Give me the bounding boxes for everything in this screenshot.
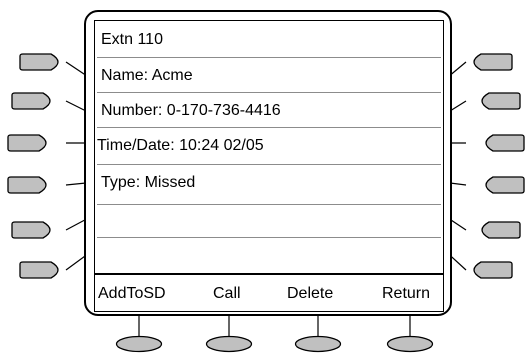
softkey-button-1[interactable] — [115, 335, 163, 353]
left-line-key-5[interactable] — [11, 221, 59, 239]
display-line-6[interactable] — [95, 204, 443, 244]
left-line-key-2[interactable] — [11, 92, 59, 110]
display-line-4-text: Time/Date: 10:24 02/05 — [97, 137, 264, 154]
right-line-key-4[interactable] — [477, 176, 525, 194]
right-line-key-1[interactable] — [465, 53, 513, 71]
softkey-delete[interactable]: Delete — [287, 285, 333, 303]
right-line-key-3[interactable] — [477, 134, 525, 152]
softkey-divider — [95, 273, 443, 275]
softkey-bar: AddToSD Call Delete Return — [95, 277, 443, 311]
display-line-3-text: Number: 0-170-736-4416 — [101, 102, 281, 119]
softkey-button-4[interactable] — [386, 335, 434, 353]
left-line-key-4[interactable] — [7, 176, 55, 194]
right-line-key-5[interactable] — [473, 221, 521, 239]
softkey-button-2[interactable] — [205, 335, 253, 353]
display-line-5-text: Type: Missed — [101, 174, 196, 191]
display-line-2-text: Name: Acme — [101, 67, 193, 84]
display-line-2[interactable]: Name: Acme — [95, 57, 443, 97]
softkey-call[interactable]: Call — [213, 285, 241, 303]
left-line-key-1[interactable] — [19, 53, 67, 71]
softkey-return[interactable]: Return — [382, 285, 430, 303]
left-line-key-6[interactable] — [19, 261, 67, 279]
phone-display-panel: Extn 110 Name: Acme Number: 0-170-736-44… — [0, 0, 532, 358]
left-line-key-3[interactable] — [7, 134, 55, 152]
softkey-addtosd[interactable]: AddToSD — [98, 285, 166, 303]
display-line-4[interactable]: Time/Date: 10:24 02/05 — [95, 127, 443, 167]
display-line-3[interactable]: Number: 0-170-736-4416 — [95, 92, 443, 132]
display-line-1-text: Extn 110 — [101, 31, 163, 48]
softkey-button-3[interactable] — [294, 335, 342, 353]
lcd-screen: Extn 110 Name: Acme Number: 0-170-736-44… — [94, 20, 444, 312]
display-line-1[interactable]: Extn 110 — [95, 21, 443, 61]
line-separator — [97, 237, 441, 238]
display-line-5[interactable]: Type: Missed — [95, 164, 443, 204]
right-line-key-6[interactable] — [465, 261, 513, 279]
right-line-key-2[interactable] — [473, 92, 521, 110]
